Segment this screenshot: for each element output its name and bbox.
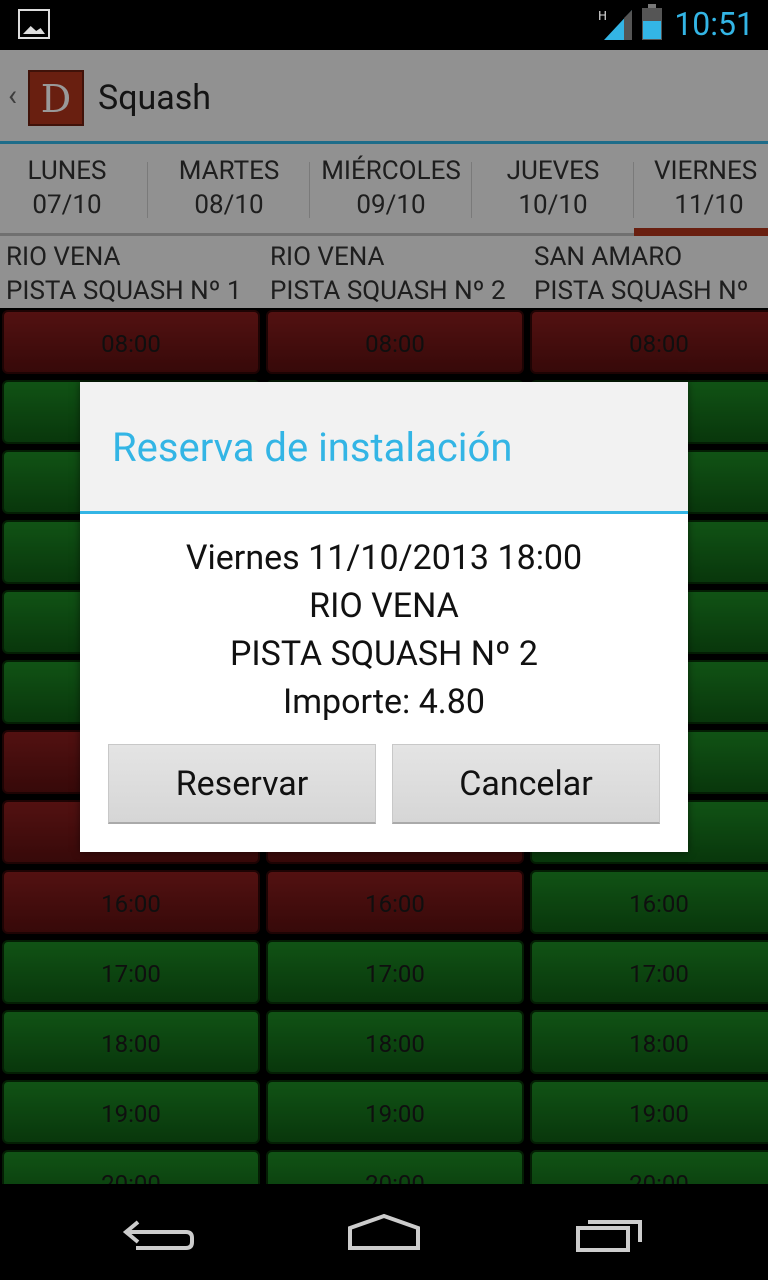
signal-icon: H <box>598 9 632 40</box>
reserve-button[interactable]: Reservar <box>108 744 376 824</box>
recent-apps-icon[interactable] <box>560 1208 660 1258</box>
dialog-title: Reserva de instalación <box>112 424 513 471</box>
booking-price: Importe: 4.80 <box>282 682 485 722</box>
booking-court: PISTA SQUASH Nº 2 <box>229 634 539 674</box>
network-type-label: H <box>598 9 607 23</box>
clock: 10:51 <box>674 5 754 43</box>
navigation-bar <box>0 1184 768 1280</box>
status-bar: H 10:51 <box>0 0 768 50</box>
booking-dialog: Reserva de instalación Viernes 11/10/201… <box>80 382 688 852</box>
home-icon[interactable] <box>334 1208 434 1258</box>
battery-icon <box>642 4 662 40</box>
cancel-button[interactable]: Cancelar <box>392 744 660 824</box>
back-icon[interactable] <box>112 1208 212 1258</box>
dialog-header: Reserva de instalación <box>80 382 688 514</box>
gallery-notification-icon <box>18 9 50 39</box>
booking-datetime: Viernes 11/10/2013 18:00 <box>185 538 583 578</box>
booking-venue: RIO VENA <box>309 586 459 626</box>
